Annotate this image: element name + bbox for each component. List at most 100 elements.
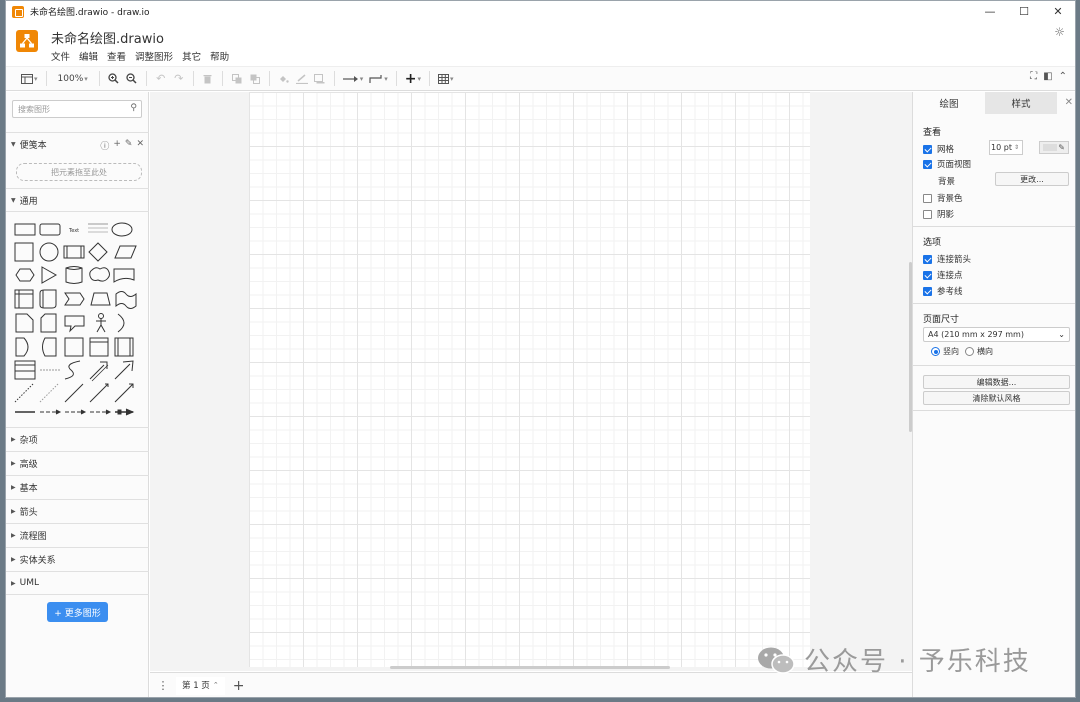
grid-size-input[interactable]: 10 pt ⇕ — [989, 140, 1023, 155]
diagram-canvas[interactable] — [150, 92, 912, 671]
add-icon[interactable]: + — [113, 139, 121, 152]
page-tab-1[interactable]: 第 1 页 ⌃ — [176, 676, 225, 695]
page-size-value: A4 (210 mm x 297 mm) — [928, 330, 1024, 339]
guides-checkbox[interactable]: 参考线 — [923, 285, 963, 297]
portrait-label: 竖向 — [943, 347, 959, 356]
checkbox-checked-icon[interactable] — [923, 144, 932, 154]
fill-color-icon[interactable] — [275, 70, 293, 88]
toolbar: ▾ 100% ▾ ↶ ↷ ▾ ▾ + ▾ ▾ ⛶ ◧ ⌃ — [6, 66, 1075, 91]
general-label: 通用 — [19, 196, 38, 207]
chevron-up-icon[interactable]: ⌃ — [213, 681, 219, 689]
add-page-icon[interactable]: + — [233, 678, 245, 694]
landscape-radio[interactable]: 横向 — [965, 346, 993, 357]
page-view-checkbox[interactable]: 页面视图 — [923, 158, 971, 170]
page-tab-label: 第 1 页 — [182, 680, 210, 691]
sidebar-section-arrows[interactable]: ▶ 箭头 — [6, 499, 149, 523]
pages-menu-icon[interactable]: ⋮ — [156, 679, 170, 692]
portrait-radio[interactable]: 竖向 — [931, 346, 959, 357]
collapsed-triangle-icon: ▶ — [11, 460, 16, 467]
collapse-icon[interactable]: ⌃ — [1059, 71, 1067, 82]
sidebar-section-advanced[interactable]: ▶ 高级 — [6, 451, 149, 475]
zoom-in-icon[interactable] — [105, 70, 123, 88]
background-color-label: 背景色 — [937, 194, 963, 204]
sidebar-section-uml[interactable]: ▶ UML — [6, 571, 149, 595]
to-front-icon[interactable] — [228, 70, 246, 88]
connection-arrow-icon[interactable]: ▾ — [340, 70, 367, 88]
document-title[interactable]: 未命名绘图.drawio — [51, 28, 164, 47]
zoom-dropdown[interactable]: 100% ▾ — [52, 70, 94, 88]
shadow-label: 阴影 — [937, 210, 955, 220]
checkbox-checked-icon[interactable] — [923, 159, 932, 169]
fullscreen-icon[interactable]: ⛶ — [1030, 71, 1037, 82]
undo-icon[interactable]: ↶ — [152, 70, 170, 88]
connection-arrows-label: 连接箭头 — [937, 255, 972, 265]
delete-icon[interactable] — [199, 70, 217, 88]
search-icon[interactable]: ⚲ — [130, 103, 137, 113]
page-size-select[interactable]: A4 (210 mm x 297 mm) ⌄ — [923, 327, 1070, 342]
tab-diagram[interactable]: 绘图 — [913, 92, 985, 114]
menu-file[interactable]: 文件 — [51, 49, 70, 63]
to-back-icon[interactable] — [246, 70, 264, 88]
help-icon[interactable]: ⓘ — [100, 139, 109, 152]
redo-icon[interactable]: ↷ — [170, 70, 188, 88]
general-shapes-palette[interactable]: Text — [12, 214, 144, 424]
checkbox-unchecked-icon[interactable] — [923, 193, 932, 203]
background-color-checkbox[interactable]: 背景色 — [923, 192, 963, 204]
checkbox-checked-icon[interactable] — [923, 286, 932, 296]
horizontal-scrollbar[interactable] — [390, 666, 670, 669]
edit-pencil-icon[interactable]: ✎ — [125, 139, 133, 152]
connection-arrows-checkbox[interactable]: 连接箭头 — [923, 253, 971, 265]
tab-style[interactable]: 样式 — [985, 92, 1057, 114]
menu-edit[interactable]: 编辑 — [79, 49, 98, 63]
panel-layout-icon[interactable]: ▾ — [18, 70, 41, 88]
theme-sun-icon[interactable]: ☼ — [1054, 25, 1065, 39]
checkbox-checked-icon[interactable] — [923, 270, 932, 280]
menu-view[interactable]: 查看 — [107, 49, 126, 63]
general-header[interactable]: ▼ 通用 — [6, 188, 149, 212]
sidebar-section-flowchart[interactable]: ▶ 流程图 — [6, 523, 149, 547]
close-panel-icon[interactable]: ✕ — [1065, 97, 1073, 108]
collapsed-triangle-icon: ▶ — [11, 532, 16, 539]
minimize-button[interactable]: — — [973, 1, 1007, 22]
menu-extras[interactable]: 其它 — [182, 49, 201, 63]
menu-help[interactable]: 帮助 — [210, 49, 229, 63]
format-panel-toggle-icon[interactable]: ◧ — [1043, 71, 1052, 82]
grid-checkbox[interactable]: 网格 — [923, 143, 954, 155]
scratchpad-header[interactable]: ▼ 便笺本 ⓘ + ✎ ✕ — [6, 132, 149, 156]
grid-color-button[interactable]: ✎ — [1039, 141, 1069, 154]
stepper-icon[interactable]: ⇕ — [1014, 144, 1019, 151]
radio-unselected-icon[interactable] — [965, 347, 974, 356]
sidebar-section-misc[interactable]: ▶ 杂项 — [6, 427, 149, 451]
sidebar-section-entity-relation[interactable]: ▶ 实体关系 — [6, 547, 149, 571]
change-background-button[interactable]: 更改... — [995, 172, 1069, 186]
shadow-checkbox[interactable]: 阴影 — [923, 208, 954, 220]
toolbar-separator — [45, 71, 47, 86]
sidebar-section-basic[interactable]: ▶ 基本 — [6, 475, 149, 499]
search-input[interactable]: 搜索图形 ⚲ — [12, 100, 142, 118]
clear-default-style-button[interactable]: 清除默认风格 — [923, 391, 1070, 405]
format-tabs: 绘图 样式 — [913, 92, 1075, 114]
line-color-icon[interactable] — [293, 70, 311, 88]
waypoints-icon[interactable]: ▾ — [366, 70, 391, 88]
edit-data-button[interactable]: 编辑数据... — [923, 375, 1070, 389]
app-window: 未命名绘图.drawio - draw.io — ☐ ✕ 未命名绘图.drawi… — [5, 0, 1076, 698]
table-icon[interactable]: ▾ — [435, 70, 457, 88]
collapsed-triangle-icon: ▶ — [11, 579, 16, 587]
radio-selected-icon[interactable] — [931, 347, 940, 356]
color-swatch — [1043, 144, 1057, 151]
shadow-icon[interactable] — [311, 70, 329, 88]
canvas-page-grid[interactable] — [249, 92, 810, 667]
menu-arrange[interactable]: 调整图形 — [135, 49, 173, 63]
zoom-out-icon[interactable] — [123, 70, 141, 88]
maximize-button[interactable]: ☐ — [1007, 1, 1041, 22]
drawio-app-icon — [12, 5, 24, 18]
insert-plus-icon[interactable]: + ▾ — [402, 70, 424, 88]
drawio-logo-icon — [16, 30, 38, 52]
scratchpad-dropzone[interactable]: 把元素拖至此处 — [16, 163, 142, 181]
close-icon[interactable]: ✕ — [136, 139, 144, 152]
checkbox-checked-icon[interactable] — [923, 254, 932, 264]
more-shapes-button[interactable]: + 更多图形 — [47, 602, 108, 622]
checkbox-unchecked-icon[interactable] — [923, 209, 932, 219]
connection-points-checkbox[interactable]: 连接点 — [923, 269, 963, 281]
close-button[interactable]: ✕ — [1041, 1, 1075, 22]
